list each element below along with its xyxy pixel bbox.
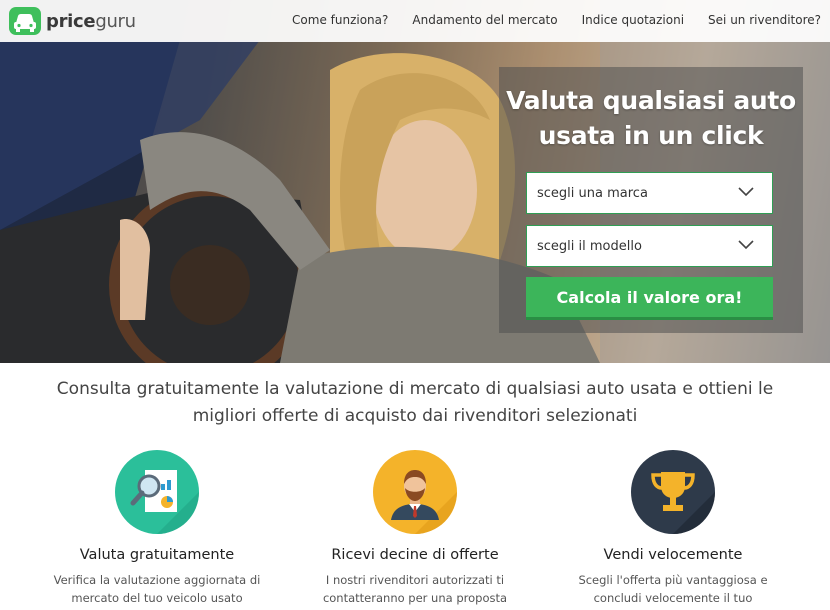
feature-description: I nostri rivenditori autorizzati ti cont…: [322, 573, 508, 605]
model-select[interactable]: scegli il modello: [526, 225, 773, 267]
hero-banner: Valuta qualsiasi auto usata in un click …: [0, 0, 830, 363]
nav-how-it-works[interactable]: Come funziona?: [292, 13, 388, 27]
feature-title: Valuta gratuitamente: [79, 547, 235, 563]
feature-free-valuation: Valuta gratuitamente Verifica la valutaz…: [37, 450, 277, 607]
brand-select-value: scegli una marca: [537, 185, 648, 201]
feature-description: Verifica la valutazione aggiornata di me…: [53, 573, 261, 605]
valuation-panel: Valuta qualsiasi auto usata in un click …: [499, 67, 803, 333]
valuation-title: Valuta qualsiasi auto usata in un click: [506, 86, 796, 150]
chevron-down-icon: [738, 187, 754, 197]
calculate-value-button[interactable]: Calcola il valore ora!: [526, 277, 773, 320]
logo-text: priceguru: [46, 10, 136, 32]
feature-title: Ricevi decine di offerte: [331, 547, 499, 563]
car-front-icon: [9, 7, 41, 35]
intro-text: Consulta gratuitamente la valutazione di…: [56, 379, 774, 426]
top-navbar: priceguru Come funziona? Andamento del m…: [0, 0, 830, 42]
magnifier-chart-icon: [115, 450, 199, 534]
brand-select[interactable]: scegli una marca: [526, 172, 773, 214]
nav-price-index[interactable]: Indice quotazioni: [582, 13, 684, 27]
feature-title: Vendi velocemente: [603, 547, 743, 563]
nav-market-trend[interactable]: Andamento del mercato: [412, 13, 557, 27]
feature-offers: Ricevi decine di offerte I nostri rivend…: [295, 450, 535, 607]
feature-description: Scegli l'offerta più vantaggiosa e concl…: [578, 573, 768, 605]
chevron-down-icon: [738, 240, 754, 250]
feature-sell-fast: Vendi velocemente Scegli l'offerta più v…: [553, 450, 793, 607]
trophy-icon: [631, 450, 715, 534]
nav-dealer[interactable]: Sei un rivenditore?: [708, 13, 821, 27]
businessman-icon: [373, 450, 457, 534]
logo[interactable]: priceguru: [9, 7, 136, 35]
model-select-value: scegli il modello: [537, 238, 642, 254]
main-nav: Come funziona? Andamento del mercato Ind…: [268, 13, 821, 27]
